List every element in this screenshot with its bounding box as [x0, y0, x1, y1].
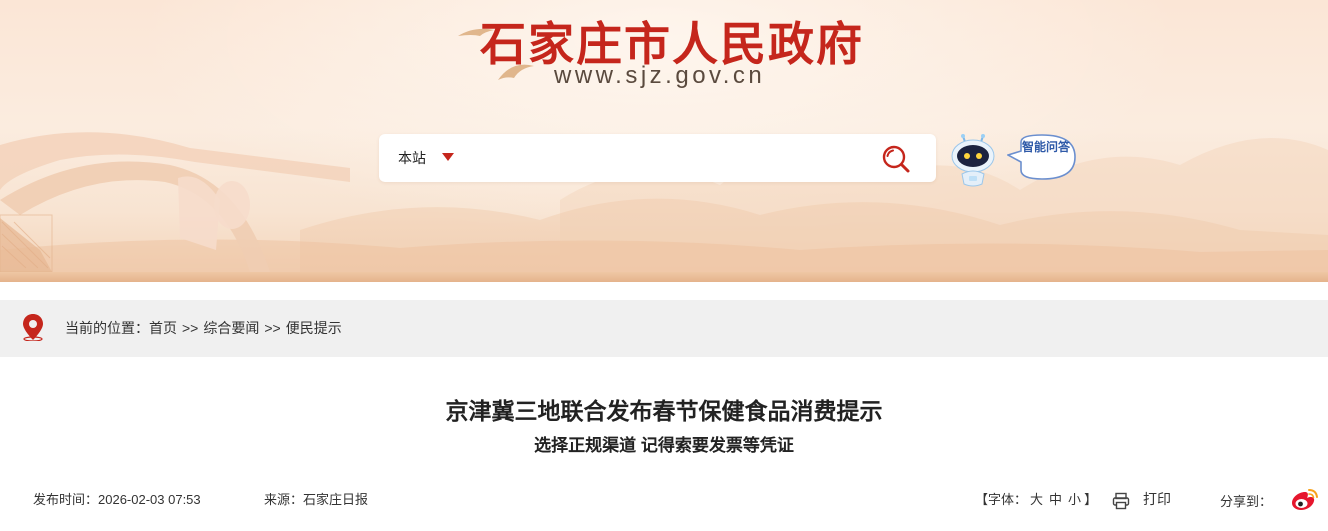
search-input[interactable] — [471, 143, 851, 173]
font-size-prefix: 【字体： — [975, 492, 1028, 507]
breadcrumb-item-tips[interactable]: 便民提示 — [286, 320, 342, 336]
header-banner: 石家庄市人民政府 www.sjz.gov.cn 本站 智能问答 — [0, 0, 1328, 282]
print-button[interactable]: 打印 — [1143, 489, 1171, 509]
breadcrumb-trail: 当前的位置：首页 >> 综合要闻 >> 便民提示 — [65, 300, 342, 357]
font-size-small-button[interactable]: 小 — [1068, 492, 1081, 507]
search-box: 本站 — [379, 134, 936, 182]
font-size-large-button[interactable]: 大 — [1030, 492, 1043, 507]
breadcrumb-item-home[interactable]: 首页 — [149, 320, 177, 336]
search-icon[interactable] — [881, 144, 911, 174]
article-subtitle: 选择正规渠道 记得索要发票等凭证 — [534, 436, 794, 455]
search-scope-select[interactable]: 本站 — [398, 134, 426, 182]
smart-qa-label[interactable]: 智能问答 — [1019, 139, 1073, 155]
breadcrumb-separator: >> — [182, 320, 199, 336]
breadcrumb: 当前的位置：首页 >> 综合要闻 >> 便民提示 — [0, 300, 1328, 357]
weibo-share-icon[interactable] — [1289, 488, 1319, 514]
publish-time: 发布时间：2026-02-03 07:53 — [33, 492, 201, 507]
share-label: 分享到： — [1220, 494, 1273, 509]
robot-icon[interactable] — [950, 134, 996, 190]
printer-icon[interactable] — [1112, 492, 1130, 510]
site-url[interactable]: www.sjz.gov.cn — [554, 62, 765, 90]
article-title: 京津冀三地联合发布春节保健食品消费提示 — [445, 398, 883, 424]
breadcrumb-separator: >> — [264, 320, 281, 336]
article-source: 来源：石家庄日报 — [264, 492, 369, 507]
font-size-medium-button[interactable]: 中 — [1049, 492, 1062, 507]
font-size-control: 【字体：大中小】 — [975, 489, 1097, 508]
breadcrumb-item-news[interactable]: 综合要闻 — [203, 320, 259, 336]
location-pin-icon — [23, 314, 43, 341]
font-size-suffix: 】 — [1084, 492, 1098, 507]
breadcrumb-prefix: 当前的位置： — [65, 320, 149, 336]
caret-down-icon[interactable] — [442, 153, 454, 161]
banner-base-strip — [0, 272, 1328, 282]
